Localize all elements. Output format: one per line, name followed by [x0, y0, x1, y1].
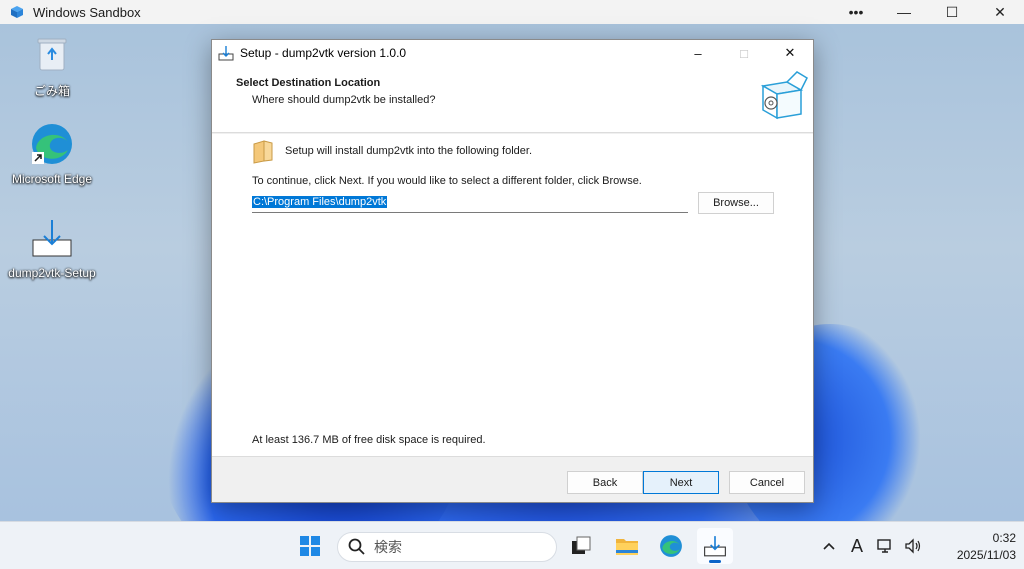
setup-dialog: Setup - dump2vtk version 1.0.0 – □ ✕ Sel… [211, 39, 814, 503]
browse-button[interactable]: Browse... [698, 192, 774, 214]
more-options-button[interactable]: ••• [832, 0, 880, 24]
destination-path-value: C:\Program Files\dump2vtk [252, 196, 388, 208]
edge-icon [660, 535, 682, 557]
dialog-title: Setup - dump2vtk version 1.0.0 [240, 46, 407, 60]
task-view-icon [572, 536, 591, 554]
destination-path-input[interactable]: C:\Program Files\dump2vtk [252, 196, 688, 213]
dialog-close-button[interactable]: ✕ [767, 40, 813, 66]
host-minimize-button[interactable]: — [880, 0, 928, 24]
dialog-minimize-button[interactable]: – [675, 40, 721, 66]
page-title: Select Destination Location [236, 77, 381, 89]
installer-icon [704, 536, 726, 557]
taskbar-search-box[interactable]: 検索 [337, 532, 557, 562]
sandbox-app-icon [11, 6, 23, 18]
task-view-button[interactable] [563, 528, 599, 564]
dialog-header: Select Destination Location Where should… [212, 66, 813, 133]
file-explorer-icon [616, 539, 638, 555]
file-explorer-button[interactable] [609, 528, 645, 564]
folder-icon [253, 140, 273, 164]
ime-mode-indicator[interactable]: A [843, 532, 871, 560]
back-button[interactable]: Back [567, 471, 643, 494]
installer-icon [32, 220, 72, 257]
dialog-body: Setup will install dump2vtk into the fol… [212, 134, 813, 456]
desktop-icon-label: ごみ箱 [33, 84, 70, 98]
software-box-icon [760, 71, 808, 120]
start-button[interactable] [292, 528, 328, 564]
network-icon[interactable] [871, 532, 899, 560]
host-titlebar: Windows Sandbox ••• — ☐ ✕ [0, 0, 1024, 24]
continue-instruction-text: To continue, click Next. If you would li… [252, 175, 642, 187]
setup-app-icon [218, 46, 234, 61]
taskbar: 検索 A 0:32 2025/11/03 [0, 521, 1024, 569]
taskbar-setup-button[interactable] [697, 528, 733, 564]
dialog-footer: Back Next Cancel [212, 456, 813, 502]
next-button[interactable]: Next [643, 471, 719, 494]
start-icon [300, 536, 320, 556]
chevron-up-icon[interactable] [815, 532, 843, 560]
disk-space-text: At least 136.7 MB of free disk space is … [252, 434, 486, 446]
desktop-icon-label: Microsoft Edge [11, 172, 93, 186]
install-folder-text: Setup will install dump2vtk into the fol… [285, 145, 533, 157]
edge-icon [32, 124, 72, 164]
taskbar-clock[interactable]: 0:32 2025/11/03 [957, 530, 1016, 564]
taskbar-edge-button[interactable] [653, 528, 689, 564]
search-placeholder: 検索 [374, 539, 402, 555]
desktop-icon-recycle-bin[interactable]: ごみ箱 [4, 30, 100, 99]
clock-date: 2025/11/03 [956, 548, 1016, 562]
page-subtitle: Where should dump2vtk be installed? [252, 94, 436, 106]
desktop-icon-edge[interactable]: Microsoft Edge [4, 120, 100, 186]
system-tray: A [815, 522, 927, 569]
search-icon [348, 538, 365, 555]
cancel-button[interactable]: Cancel [729, 471, 805, 494]
dialog-maximize-button: □ [740, 45, 748, 61]
host-maximize-button[interactable]: ☐ [928, 0, 976, 24]
host-close-button[interactable]: ✕ [976, 0, 1024, 24]
volume-icon[interactable] [899, 532, 927, 560]
desktop-icon-label: dump2vtk-Setup [8, 266, 96, 280]
clock-time: 0:32 [992, 531, 1016, 545]
desktop-icon-setup[interactable]: dump2vtk-Setup [4, 214, 100, 280]
recycle-bin-icon [37, 38, 67, 71]
host-window-title: Windows Sandbox [33, 4, 141, 20]
dialog-titlebar: Setup - dump2vtk version 1.0.0 – □ ✕ [212, 40, 813, 66]
